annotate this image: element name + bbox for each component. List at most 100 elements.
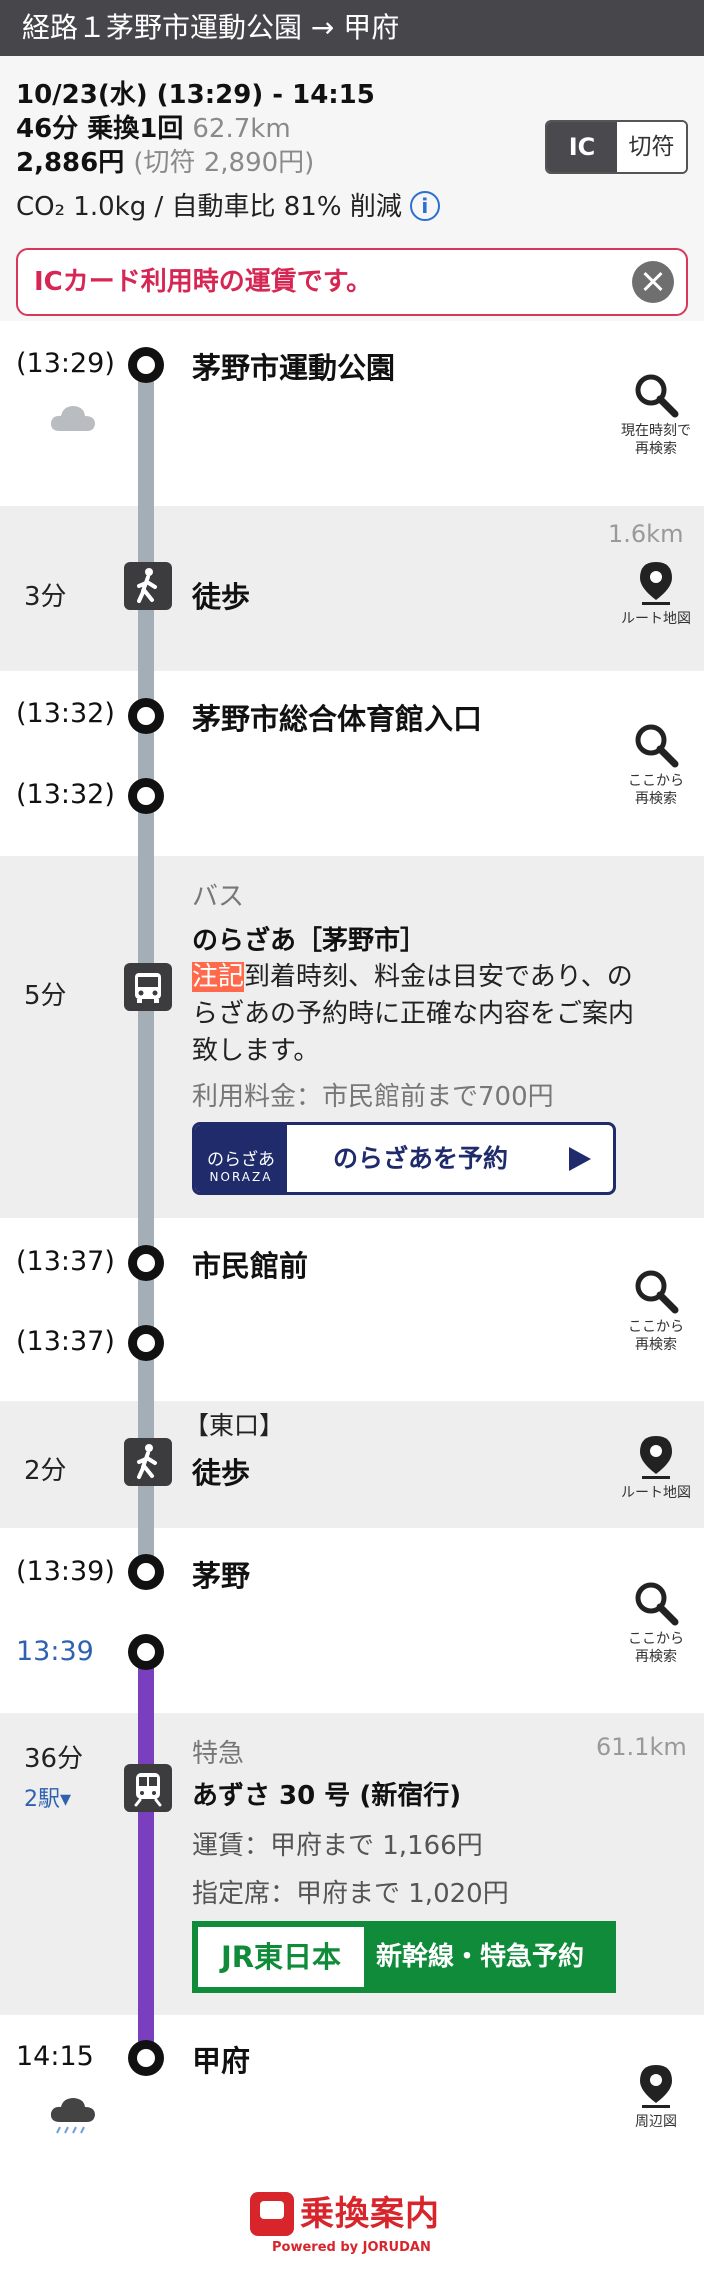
- departure-time: (13:37): [16, 1326, 115, 1357]
- station-name: 甲府: [192, 2044, 251, 2078]
- train-stops-toggle[interactable]: 2駅▾: [24, 1781, 71, 1813]
- page-header: 経路１茅野市運動公園 → 甲府: [0, 0, 704, 56]
- fare-ic: 2,886円: [16, 148, 125, 178]
- bus-type: バス: [192, 882, 245, 912]
- research-here-button[interactable]: ここから 再検索: [610, 1580, 702, 1666]
- station-name: 茅野: [192, 1559, 251, 1593]
- powered-by: Powered by JORUDAN: [272, 2240, 431, 2255]
- close-icon[interactable]: [632, 261, 674, 303]
- station-dot: [128, 1245, 164, 1281]
- station-dot: [128, 1634, 164, 1670]
- ic-notice: ICカード利用時の運賃です。: [16, 248, 688, 316]
- route-map-button[interactable]: ルート地図: [610, 560, 702, 628]
- train-icon: [124, 1764, 172, 1812]
- co2-text: CO₂ 1.0kg / 自動車比 81% 削減: [16, 192, 402, 222]
- search-icon: [635, 1270, 679, 1314]
- research-here-label-1: ここから: [628, 773, 684, 789]
- toggle-ticket-button[interactable]: 切符: [617, 122, 686, 172]
- route-map-label: ルート地図: [621, 1485, 691, 1501]
- walk-label: 徒歩: [192, 1456, 251, 1490]
- cloud-icon: [50, 403, 96, 437]
- duration-transfer: 46分 乗換1回: [16, 114, 184, 144]
- search-icon: [635, 1582, 679, 1626]
- walk-distance: 1.6km: [608, 520, 684, 548]
- toggle-ic-button[interactable]: IC: [547, 122, 617, 172]
- arrival-time: (13:37): [16, 1246, 115, 1277]
- research-here-label-2: 再検索: [635, 1337, 677, 1353]
- arrival-time: (13:39): [16, 1556, 115, 1587]
- research-here-label-2: 再検索: [635, 791, 677, 807]
- note-tag: 注記: [192, 962, 245, 992]
- map-pin-icon: [640, 2065, 672, 2108]
- research-here-label-1: ここから: [628, 1319, 684, 1335]
- area-map-label: 周辺図: [635, 2114, 677, 2130]
- noraza-logo-roman: NORAZA: [209, 1170, 273, 1184]
- station-name: 茅野市運動公園: [192, 351, 396, 385]
- bus-icon: [124, 963, 172, 1011]
- bus-note-2: らざあの予約時に正確な内容をご案内: [192, 999, 635, 1029]
- search-icon: [635, 724, 679, 768]
- route-distance: 62.7km: [192, 114, 291, 144]
- bus-note-line-1: 注記到着時刻、料金は目安であり、の: [192, 956, 633, 993]
- bus-duration: 5分: [24, 981, 67, 1011]
- departure-time: (13:29): [16, 348, 115, 379]
- train-logo-icon: [250, 2192, 294, 2236]
- research-here-label-2: 再検索: [635, 1649, 677, 1665]
- departure-time: 13:39: [16, 1636, 94, 1667]
- walk-icon: [124, 1438, 172, 1486]
- train-reserved-fare: 指定席：甲府まで 1,020円: [192, 1879, 509, 1909]
- map-pin-icon: [640, 562, 672, 605]
- jr-reserve-label: 新幹線・特急予約: [376, 1942, 585, 1972]
- station-band-5: [0, 2015, 704, 2150]
- walk-band-1: [0, 506, 704, 671]
- station-name: 茅野市総合体育館入口: [192, 702, 483, 736]
- ic-notice-text: ICカード利用時の運賃です。: [34, 267, 373, 297]
- route-title: 経路１茅野市運動公園 → 甲府: [22, 11, 400, 44]
- station-dot: [128, 1554, 164, 1590]
- jr-reserve-button[interactable]: JR東日本 新幹線・特急予約: [192, 1921, 616, 1993]
- research-now-button[interactable]: 現在時刻で 再検索: [610, 372, 702, 458]
- walk-band-2: [0, 1401, 704, 1528]
- area-map-button[interactable]: 周辺図: [610, 2063, 702, 2131]
- bus-fare: 利用料金：市民館前まで700円: [192, 1082, 554, 1112]
- walk-duration: 3分: [24, 582, 67, 612]
- play-icon: [569, 1147, 591, 1171]
- departure-time: (13:32): [16, 779, 115, 810]
- noraza-reserve-button[interactable]: のらざあ NORAZA のらざあを予約: [192, 1122, 616, 1195]
- research-now-label-1: 現在時刻で: [621, 423, 691, 439]
- fare-ticket: (切符 2,890円): [133, 148, 315, 178]
- research-here-button[interactable]: ここから 再検索: [610, 722, 702, 808]
- route-summary: 10/23(水) (13:29) - 14:15 46分 乗換1回 62.7km…: [0, 56, 704, 321]
- jorudan-logo[interactable]: 乗換案内 Powered by JORUDAN: [250, 2192, 460, 2255]
- route-datetime: 10/23(水) (13:29) - 14:15: [16, 80, 375, 110]
- station-name: 市民館前: [192, 1249, 309, 1283]
- noraza-logo: のらざあ NORAZA: [195, 1125, 287, 1192]
- bus-note-3: 致します。: [192, 1036, 320, 1066]
- station-dot: [128, 698, 164, 734]
- route-fare-line: 2,886円 (切符 2,890円): [16, 142, 314, 179]
- info-icon[interactable]: i: [409, 191, 440, 221]
- noraza-logo-text: のらざあ: [207, 1150, 275, 1170]
- train-name: あずさ 30 号 (新宿行): [192, 1781, 462, 1811]
- research-here-label-1: ここから: [628, 1631, 684, 1647]
- train-duration: 36分: [24, 1744, 84, 1774]
- walk-duration: 2分: [24, 1456, 67, 1486]
- arrival-time: 14:15: [16, 2041, 94, 2072]
- train-fare: 運賃：甲府まで 1,166円: [192, 1831, 483, 1861]
- co2-line: CO₂ 1.0kg / 自動車比 81% 削減 i: [16, 186, 440, 223]
- map-pin-icon: [640, 1436, 672, 1479]
- route-map-label: ルート地図: [621, 611, 691, 627]
- train-type: 特急: [192, 1739, 245, 1769]
- route-map-button[interactable]: ルート地図: [610, 1434, 702, 1502]
- brand-name: 乗換案内: [300, 2194, 440, 2234]
- train-distance: 61.1km: [596, 1733, 687, 1761]
- walk-icon: [124, 562, 172, 610]
- station-dot: [128, 347, 164, 383]
- bus-name: のらざあ［茅野市］: [192, 926, 427, 956]
- bus-note-1: 到着時刻、料金は目安であり、の: [244, 962, 633, 992]
- research-here-button[interactable]: ここから 再検索: [610, 1268, 702, 1354]
- station-dot: [128, 2040, 164, 2076]
- walk-label: 徒歩: [192, 580, 251, 614]
- station-dot: [128, 1325, 164, 1361]
- route-line-purple: [138, 1652, 154, 2058]
